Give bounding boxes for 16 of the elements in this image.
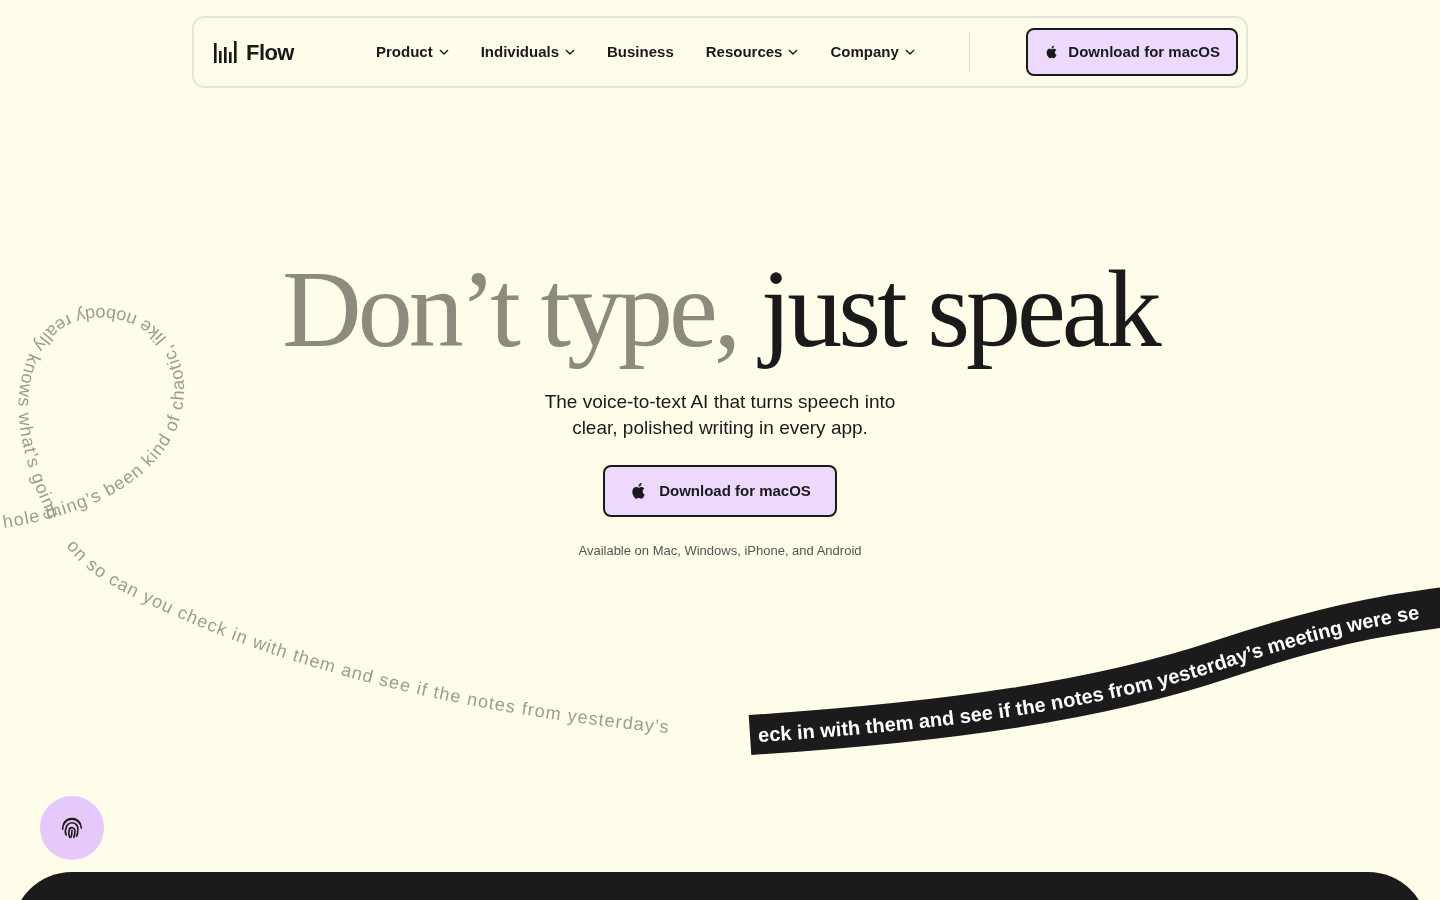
nav-link[interactable]: Business <box>607 40 674 64</box>
download-button[interactable]: Download for macOS <box>1026 28 1238 76</box>
headline: Don’t type, just speak <box>282 247 1158 372</box>
chevron-down-icon <box>788 49 799 55</box>
chevron-down-icon <box>904 49 915 55</box>
chevron-down-icon <box>565 49 576 55</box>
nav-link[interactable]: Company <box>830 40 915 64</box>
nav-link[interactable]: Individuals <box>480 40 576 64</box>
download-button[interactable]: Download for macOS <box>603 465 837 517</box>
subtitle: The voice-to-text AI that turns speech into clear, polished writing in every app. <box>543 390 897 440</box>
nav-link[interactable]: Resources <box>705 40 799 64</box>
availability-text: Available on Mac, Windows, iPhone, and Android <box>578 542 862 560</box>
chevron-down-icon <box>438 49 449 55</box>
logo-text[interactable]: Flow <box>246 35 294 69</box>
nav-link[interactable]: Product <box>376 40 449 64</box>
sound-bars-icon <box>214 41 238 63</box>
